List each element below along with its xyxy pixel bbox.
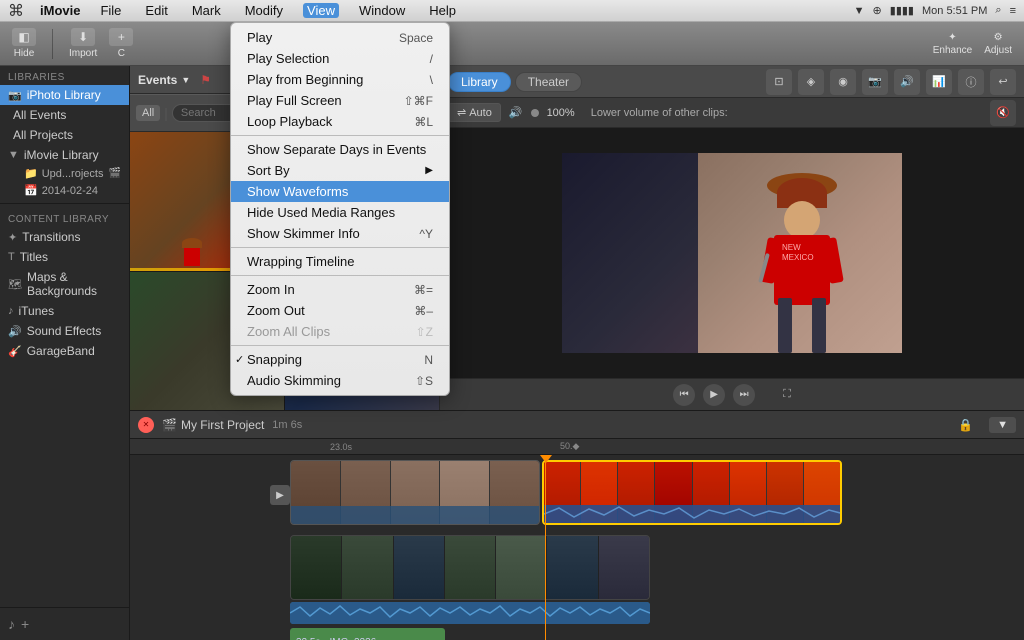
menu-show-waveforms[interactable]: Show Waveforms [231,181,449,202]
menu-loop-playback[interactable]: Loop Playback ⌘L [231,111,449,132]
clock: Mon 5:51 PM [922,5,987,17]
menu-play-selection[interactable]: Play Selection / [231,48,449,69]
menubar-right: ▼ ⊕ ▮▮▮▮ Mon 5:51 PM ⌕ ≡ [854,4,1016,17]
menu-zoom-in[interactable]: Zoom In ⌘= [231,279,449,300]
menu-sort-by[interactable]: Sort By ▶ [231,160,449,181]
menu-divider-2 [231,247,449,248]
bluetooth-icon: ⊕ [873,4,882,17]
check-icon: ✓ [235,353,244,366]
menubar: ⌘ iMovie File Edit Mark Modify View Wind… [0,0,1024,22]
menu-zoom-out[interactable]: Zoom Out ⌘– [231,300,449,321]
apple-menu[interactable]: ⌘ [8,1,24,21]
dropdown-overlay[interactable] [0,0,1024,640]
menu-play-from-beginning[interactable]: Play from Beginning \ [231,69,449,90]
spotlight-icon[interactable]: ⌕ [995,4,1001,17]
menu-divider-3 [231,275,449,276]
wifi-icon: ▼ [854,5,865,17]
menu-window[interactable]: Window [355,3,409,18]
menu-separate-days[interactable]: Show Separate Days in Events [231,139,449,160]
menu-show-skimmer-info[interactable]: Show Skimmer Info ^Y [231,223,449,244]
menu-play[interactable]: Play Space [231,27,449,48]
menu-zoom-all-clips[interactable]: Zoom All Clips ⇧Z [231,321,449,342]
menu-play-full-screen[interactable]: Play Full Screen ⇧⌘F [231,90,449,111]
menu-view[interactable]: View [303,3,339,18]
menu-divider-1 [231,135,449,136]
menu-mark[interactable]: Mark [188,3,225,18]
menu-wrapping-timeline[interactable]: Wrapping Timeline [231,251,449,272]
menu-snapping[interactable]: ✓ Snapping N [231,349,449,370]
menu-file[interactable]: File [96,3,125,18]
dropdown-menu: Play Space Play Selection / Play from Be… [230,22,450,396]
submenu-arrow-icon: ▶ [425,165,433,176]
app-name[interactable]: iMovie [40,3,80,18]
menu-help[interactable]: Help [425,3,460,18]
battery-icon: ▮▮▮▮ [890,4,914,17]
menu-edit[interactable]: Edit [141,3,171,18]
menu-hide-media-ranges[interactable]: Hide Used Media Ranges [231,202,449,223]
menu-audio-skimming[interactable]: Audio Skimming ⇧S [231,370,449,391]
menu-modify[interactable]: Modify [241,3,287,18]
menu-divider-4 [231,345,449,346]
menu-extras-icon[interactable]: ≡ [1010,5,1016,17]
